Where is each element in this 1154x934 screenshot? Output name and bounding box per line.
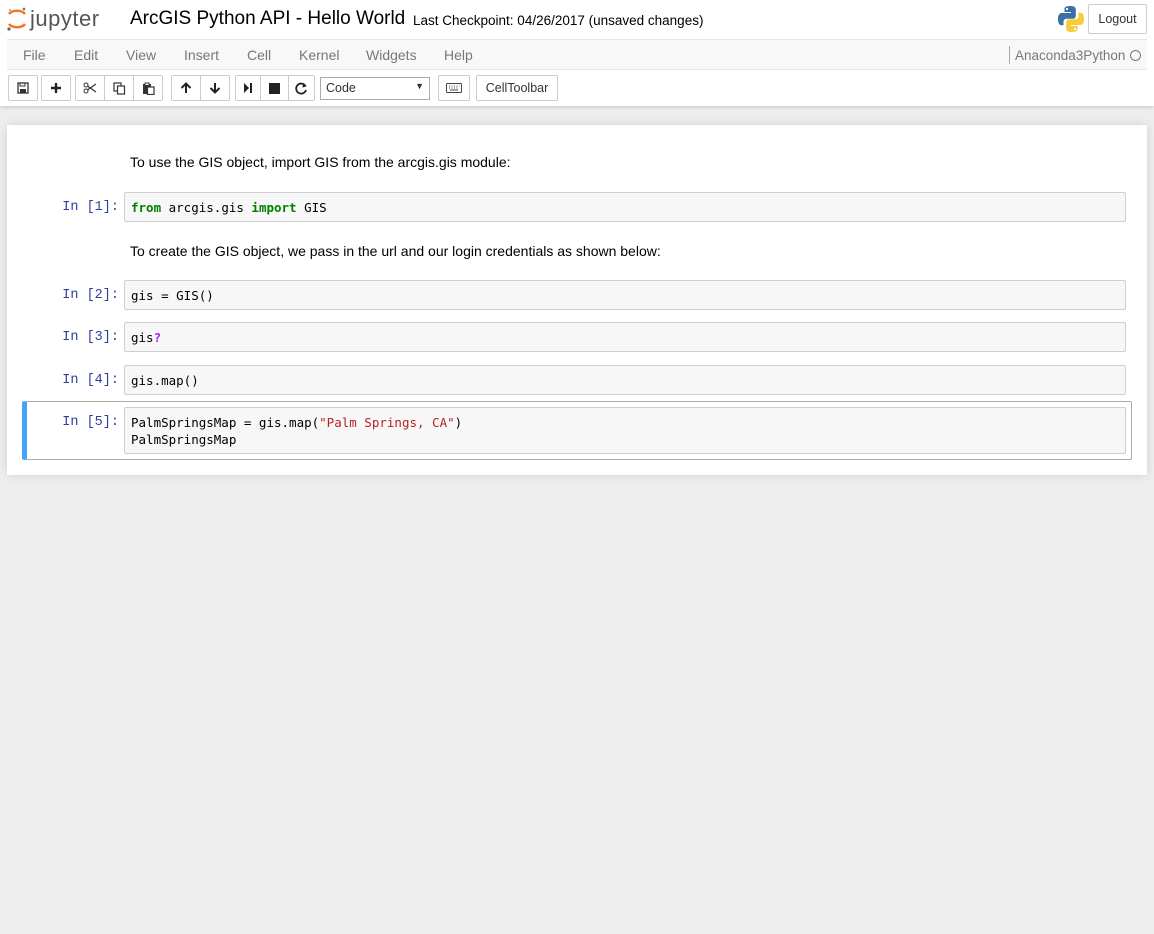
cell-prompt-5: In [5]:: [62, 415, 119, 430]
toolbar: Code ▼ CellToolbar: [0, 75, 1154, 101]
jupyter-logo-text: jupyter: [30, 6, 100, 31]
run-button[interactable]: [235, 75, 261, 101]
markdown-cell-2[interactable]: To create the GIS object, we pass in the…: [130, 243, 661, 259]
menu-widgets[interactable]: Widgets: [366, 47, 417, 63]
menu-edit[interactable]: Edit: [74, 47, 98, 63]
code-keyword: from: [131, 200, 162, 215]
menu-kernel[interactable]: Kernel: [299, 47, 339, 63]
interrupt-button[interactable]: [260, 75, 289, 101]
python-logo-icon: [1056, 4, 1086, 34]
menu-insert[interactable]: Insert: [184, 47, 219, 63]
cell-type-value: Code: [326, 81, 356, 95]
code-text: gis = GIS(): [131, 288, 214, 303]
stop-icon: [269, 82, 280, 94]
code-text: gis.map(): [131, 373, 199, 388]
jupyter-logo[interactable]: jupyter: [6, 4, 100, 34]
kernel-idle-icon: [1130, 50, 1141, 61]
code-text: PalmSpringsMap: [131, 432, 237, 447]
notebook-container: To use the GIS object, import GIS from t…: [7, 125, 1147, 475]
command-palette-button[interactable]: [438, 75, 470, 101]
step-forward-icon: [244, 83, 252, 93]
cut-button[interactable]: [75, 75, 105, 101]
code-text: arcgis.gis: [161, 200, 252, 215]
cell-prompt-1: In [1]:: [62, 200, 119, 215]
save-button[interactable]: [8, 75, 38, 101]
code-string: "Palm Springs, CA": [319, 415, 455, 430]
restart-button[interactable]: [288, 75, 315, 101]
arrow-up-icon: [180, 82, 192, 93]
cell-prompt-3: In [3]:: [62, 330, 119, 345]
code-text: PalmSpringsMap = gis.map(: [131, 415, 320, 430]
jupyter-icon: [7, 7, 27, 31]
cell-prompt-4: In [4]:: [62, 373, 119, 388]
copy-button[interactable]: [104, 75, 134, 101]
code-keyword: import: [251, 200, 297, 215]
menu-help[interactable]: Help: [444, 47, 473, 63]
celltoolbar-button[interactable]: CellToolbar: [476, 75, 558, 101]
refresh-icon: [295, 82, 307, 94]
code-text: ): [454, 415, 463, 430]
menu-view[interactable]: View: [126, 47, 156, 63]
menu-cell[interactable]: Cell: [247, 47, 271, 63]
cell-prompt-2: In [2]:: [62, 288, 119, 303]
code-text: gis: [131, 330, 154, 345]
menu-file[interactable]: File: [23, 47, 46, 63]
paste-icon: [142, 82, 155, 95]
plus-icon: [51, 83, 61, 93]
save-icon: [17, 82, 29, 94]
copy-icon: [112, 81, 125, 95]
cut-icon: [83, 82, 97, 94]
arrow-down-icon: [209, 83, 221, 94]
menu-bar: File Edit View Insert Cell Kernel Widget…: [7, 39, 1147, 70]
chevron-down-icon: ▼: [415, 81, 424, 91]
checkpoint-status: Last Checkpoint: 04/26/2017 (unsaved cha…: [413, 13, 704, 28]
code-cell-3[interactable]: gis?: [124, 322, 1126, 352]
code-cell-5[interactable]: PalmSpringsMap = gis.map("Palm Springs, …: [124, 407, 1126, 454]
code-cell-2[interactable]: gis = GIS(): [124, 280, 1126, 310]
kernel-name[interactable]: Anaconda3Python: [1009, 46, 1125, 64]
paste-button[interactable]: [133, 75, 163, 101]
markdown-cell-1[interactable]: To use the GIS object, import GIS from t…: [130, 154, 511, 170]
move-up-button[interactable]: [171, 75, 201, 101]
notebook-header: jupyter ArcGIS Python API - Hello World …: [0, 0, 1154, 106]
keyboard-icon: [446, 83, 462, 93]
cell-type-select[interactable]: Code ▼: [320, 77, 430, 100]
code-text: GIS: [296, 200, 327, 215]
code-cell-4[interactable]: gis.map(): [124, 365, 1126, 395]
logout-button[interactable]: Logout: [1088, 4, 1147, 34]
code-operator: ?: [153, 330, 162, 345]
insert-cell-button[interactable]: [41, 75, 71, 101]
code-cell-1[interactable]: from arcgis.gis import GIS: [124, 192, 1126, 222]
move-down-button[interactable]: [200, 75, 230, 101]
notebook-title[interactable]: ArcGIS Python API - Hello World: [130, 8, 405, 30]
